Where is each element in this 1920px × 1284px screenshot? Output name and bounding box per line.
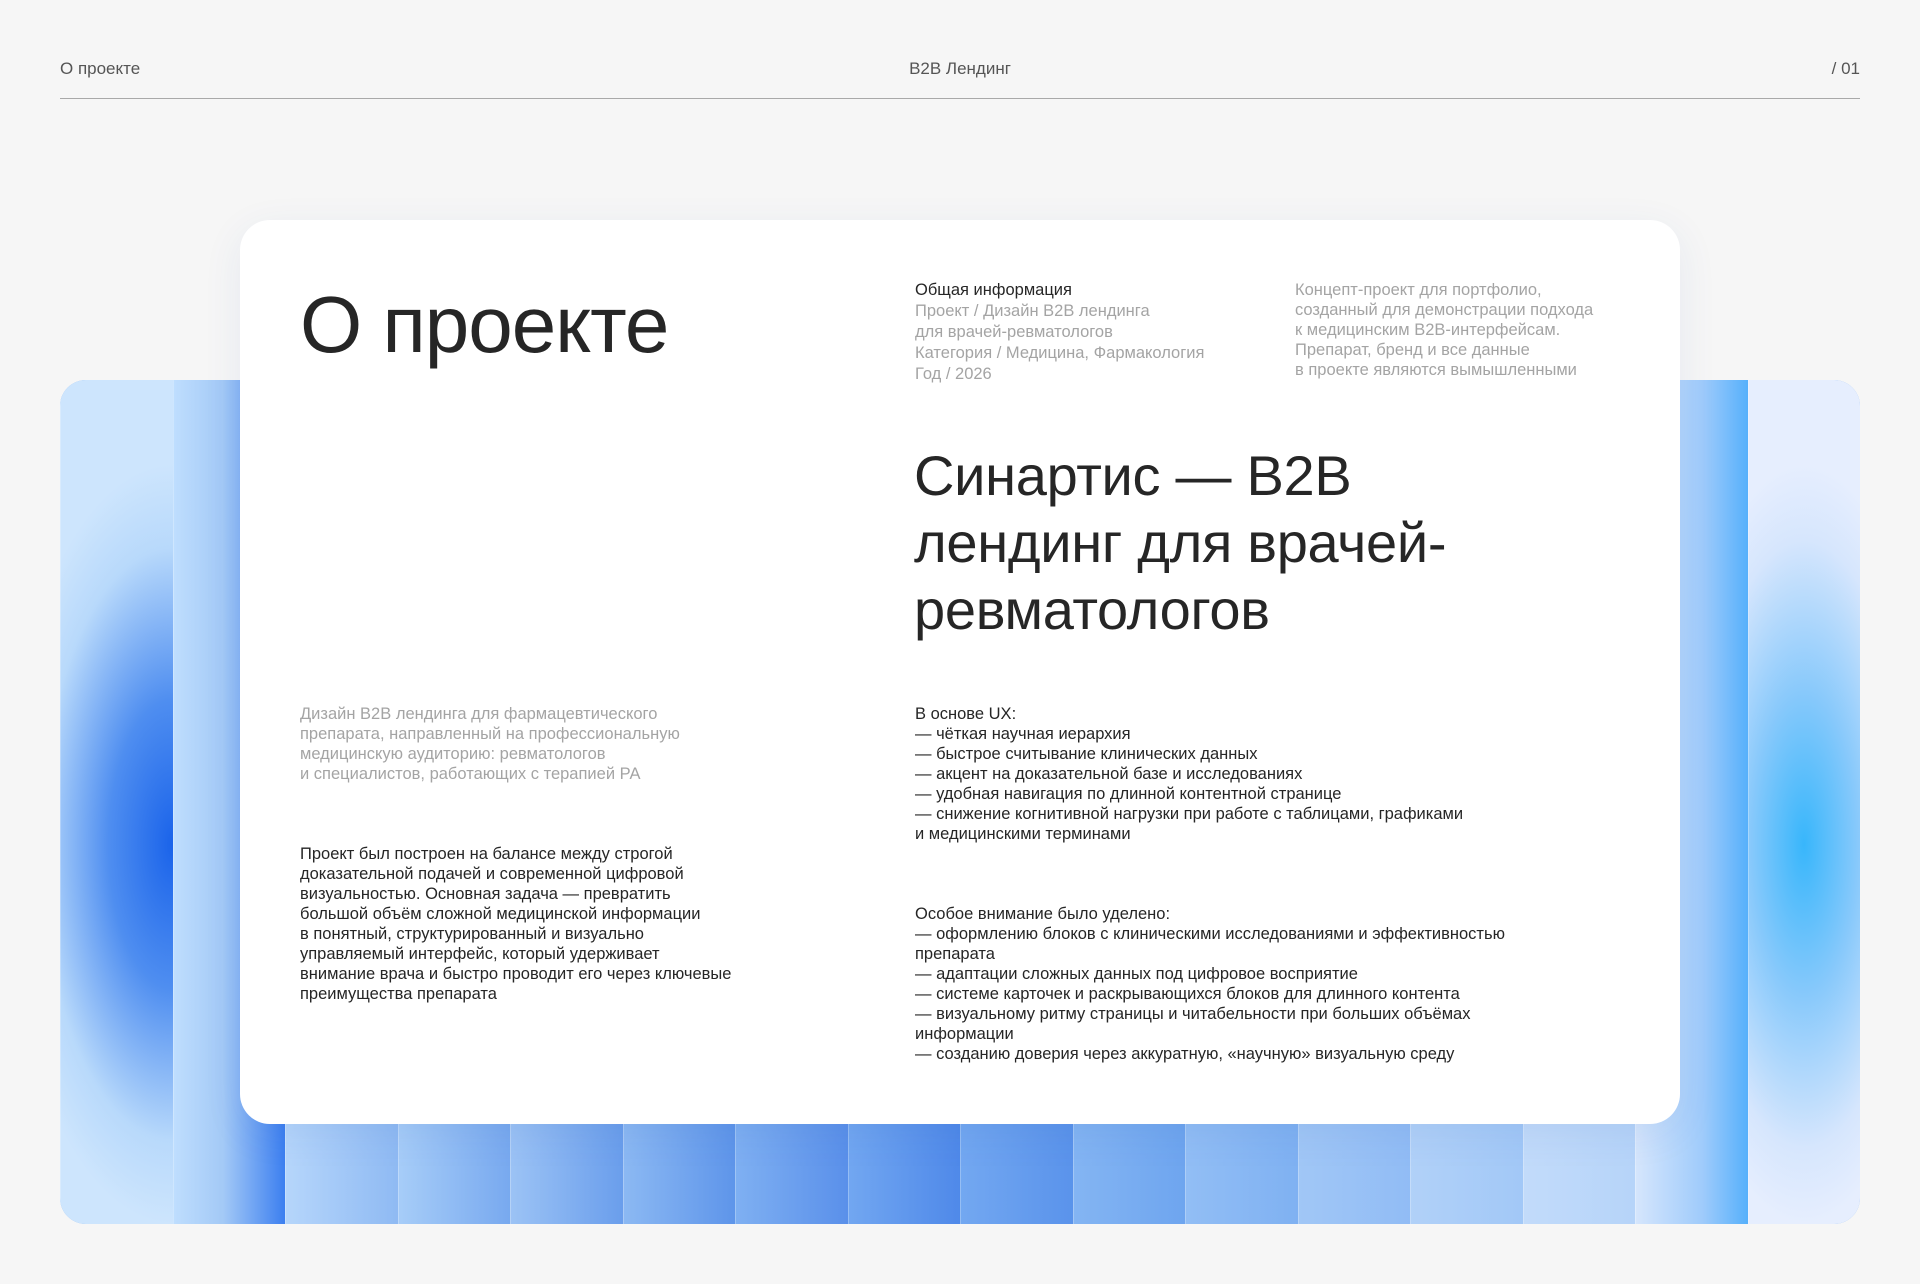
general-info: Общая информация Проект / Дизайн B2B лен… <box>915 280 1245 385</box>
page-title: О проекте <box>300 280 669 369</box>
info-category-line: Категория / Медицина, Фармакология <box>915 344 1205 362</box>
stripe <box>1747 380 1860 1224</box>
section-label: О проекте <box>60 59 141 78</box>
page-number: / 01 <box>1831 59 1860 78</box>
info-project-line: Проект / Дизайн B2B лендинга для врачей-… <box>915 302 1150 341</box>
stripe <box>60 380 173 1224</box>
project-headline: Синартис — B2B лендинг для врачей-ревмат… <box>914 444 1447 641</box>
general-info-heading: Общая информация <box>915 281 1072 299</box>
top-bar: О проекте B2B Лендинг / 01 <box>60 0 1860 99</box>
project-type-label: B2B Лендинг <box>909 59 1011 78</box>
ux-principles: В основе UX: — чёткая научная иерархия —… <box>915 705 1464 843</box>
portfolio-disclaimer: Концепт-проект для портфолио, созданный … <box>1295 281 1594 379</box>
info-year-line: Год / 2026 <box>915 365 992 383</box>
project-approach: Проект был построен на балансе между стр… <box>300 845 732 1003</box>
focus-areas: Особое внимание было уделено: — оформлен… <box>915 905 1505 1063</box>
project-card: О проекте Общая информация Проект / Диза… <box>240 220 1680 1124</box>
project-description: Дизайн B2B лендинга для фармацевтическог… <box>300 705 680 783</box>
